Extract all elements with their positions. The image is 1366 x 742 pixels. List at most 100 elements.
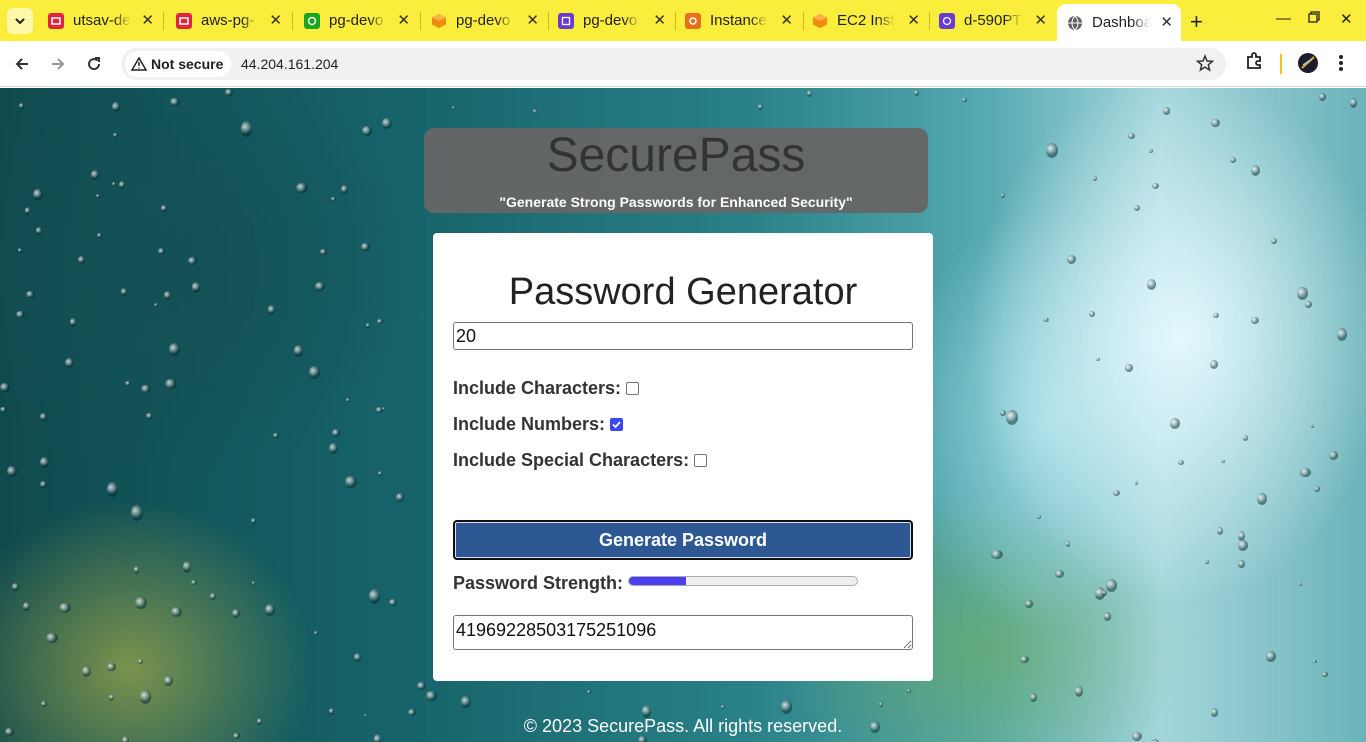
browser-tab-strip: utsav-de ✕ aws-pg- ✕ pg-devo ✕ pg-devo ✕…: [0, 0, 1366, 41]
close-window-button[interactable]: ✕: [1340, 10, 1353, 28]
browser-tab[interactable]: Instance ✕: [675, 5, 801, 36]
raindrop: [39, 413, 47, 421]
close-icon[interactable]: ✕: [907, 11, 920, 29]
raindrop: [1328, 450, 1338, 461]
tab-divider: [163, 12, 164, 30]
raindrop: [65, 357, 75, 369]
raindrop: [146, 412, 154, 419]
raindrop: [914, 89, 919, 96]
include-numbers-checkbox[interactable]: [610, 417, 624, 431]
include-characters-checkbox[interactable]: [626, 381, 640, 395]
back-button[interactable]: [9, 51, 35, 77]
browser-tab[interactable]: aws-pg- ✕: [166, 5, 290, 36]
browser-tab[interactable]: pg-devo ✕: [294, 5, 418, 36]
minimize-button[interactable]: —: [1276, 10, 1291, 27]
browser-menu-button[interactable]: [1338, 53, 1344, 78]
bookmark-star-icon[interactable]: [1195, 53, 1215, 77]
raindrop: [1102, 589, 1108, 596]
raindrop: [1319, 93, 1326, 101]
raindrop: [1213, 313, 1219, 319]
address-bar[interactable]: Not secure 44.204.161.204: [121, 48, 1226, 80]
aws-icon: [176, 12, 192, 29]
raindrop: [164, 675, 174, 686]
raindrop: [135, 597, 147, 610]
profile-avatar[interactable]: [1297, 52, 1319, 79]
raindrop: [1147, 279, 1157, 290]
tab-title: utsav-de: [73, 12, 131, 29]
raindrop: [341, 185, 349, 195]
raindrop: [232, 608, 241, 618]
new-tab-button[interactable]: +: [1190, 9, 1203, 35]
close-icon[interactable]: ✕: [397, 11, 410, 29]
browser-tab-active[interactable]: Dashboa ✕: [1057, 4, 1181, 41]
raindrop: [6, 465, 17, 478]
raindrop: [1054, 569, 1064, 578]
raindrop: [1238, 559, 1245, 569]
raindrop: [1134, 204, 1141, 212]
raindrop: [153, 302, 158, 307]
raindrop: [878, 702, 883, 707]
raindrop: [36, 227, 42, 235]
generated-password-output[interactable]: 41969228503175251096: [453, 615, 913, 650]
raindrop: [1322, 672, 1328, 677]
raindrop: [1149, 738, 1161, 742]
browser-tab[interactable]: d-590PT ✕: [929, 5, 1055, 36]
close-icon[interactable]: ✕: [269, 11, 282, 29]
raindrop: [96, 193, 101, 199]
forward-button[interactable]: [45, 51, 71, 77]
raindrop: [1067, 255, 1076, 265]
close-icon[interactable]: ✕: [1034, 11, 1047, 29]
tab-search-button[interactable]: [7, 8, 33, 34]
tab-title: d-590PT: [964, 12, 1022, 29]
browser-tab[interactable]: EC2 Inst ✕: [802, 5, 928, 36]
tab-title: Instance: [710, 12, 767, 29]
reload-button[interactable]: [81, 51, 107, 77]
raindrop: [1019, 656, 1029, 664]
option-label: Include Numbers:: [453, 413, 606, 434]
raindrop: [366, 323, 370, 328]
close-icon[interactable]: ✕: [141, 11, 154, 29]
tab-title: pg-devo: [583, 12, 638, 29]
close-icon[interactable]: ✕: [780, 11, 793, 29]
close-icon[interactable]: ✕: [526, 11, 539, 29]
strength-meter-fill: [629, 576, 687, 585]
raindrop: [240, 120, 253, 137]
raindrop: [1148, 149, 1153, 153]
close-icon[interactable]: ✕: [653, 11, 666, 29]
raindrop: [1043, 317, 1049, 323]
close-icon[interactable]: ✕: [1160, 13, 1173, 31]
raindrop: [81, 666, 91, 678]
option-label: Include Special Characters:: [453, 449, 690, 470]
restore-icon: [1308, 11, 1320, 23]
raindrop: [1310, 424, 1314, 428]
password-length-input[interactable]: [453, 322, 913, 350]
raindrop: [1169, 418, 1181, 429]
browser-tab[interactable]: utsav-de ✕: [38, 5, 162, 36]
site-info-chip[interactable]: Not secure: [125, 51, 232, 77]
raindrop: [169, 97, 180, 107]
raindrop: [328, 708, 334, 715]
reload-icon: [88, 57, 101, 71]
url-text[interactable]: 44.204.161.204: [241, 56, 338, 72]
browser-tab[interactable]: pg-devo ✕: [421, 5, 547, 36]
browser-tab[interactable]: pg-devo ✕: [548, 5, 674, 36]
raindrop: [157, 247, 165, 256]
raindrop: [41, 700, 47, 708]
extensions-button[interactable]: [1244, 51, 1264, 76]
raindrop: [1205, 560, 1209, 564]
maximize-button[interactable]: [1308, 10, 1320, 27]
arrow-left-icon: [15, 58, 28, 70]
tab-title: pg-devo: [329, 12, 384, 29]
raindrop: [1065, 541, 1071, 548]
raindrop: [252, 581, 256, 585]
raindrop: [1112, 489, 1121, 497]
raindrop: [265, 603, 275, 617]
raindrop: [0, 406, 8, 413]
raindrop: [346, 398, 351, 403]
include-special-characters-checkbox[interactable]: [694, 453, 708, 467]
raindrop: [97, 233, 102, 238]
option-label: Include Characters:: [453, 377, 622, 398]
generate-password-button[interactable]: Generate Password: [453, 520, 913, 560]
site-tagline: "Generate Strong Passwords for Enhanced …: [499, 194, 853, 210]
strength-label: Password Strength:: [453, 573, 624, 593]
